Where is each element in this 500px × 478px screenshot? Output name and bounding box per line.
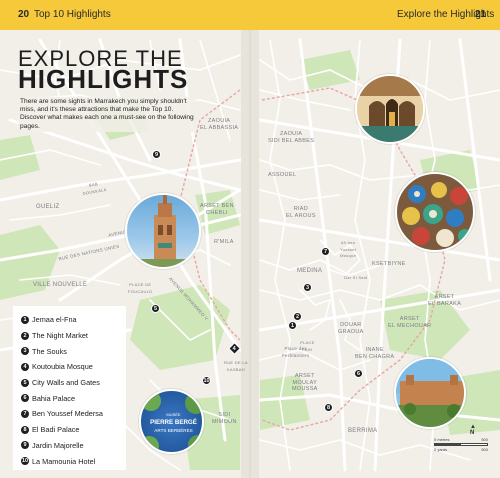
legend-number: 1 (21, 315, 29, 324)
legend-label: La Mamounia Hotel (32, 456, 96, 466)
legend-item[interactable]: 8 El Badi Palace (21, 422, 126, 438)
scale-yards-label: 0 yards (434, 447, 448, 452)
map-marker-9[interactable]: 9 (152, 150, 161, 159)
legend-label: Jemaa el-Fna (32, 315, 77, 325)
legend-label: The Souks (32, 346, 67, 356)
photo-koutoubia (125, 193, 201, 269)
scale-line (434, 443, 488, 446)
map-marker-4-label: 4 (232, 345, 237, 352)
legend-number: 2 (21, 331, 29, 340)
right-page-number: 21 (475, 9, 487, 20)
legend-number: 8 (21, 425, 29, 434)
left-running-title: Top 10 Highlights (34, 9, 111, 20)
legend-item[interactable]: 10 La Mamounia Hotel (21, 453, 126, 469)
label-ksetbiyne: KSETBIYNE (372, 261, 406, 267)
compass-label: N (470, 430, 475, 436)
label-sidi-mimoun: SIDI MIMOUN (212, 412, 237, 425)
legend-item[interactable]: 9 Jardin Majorelle (21, 438, 126, 454)
label-arset-mechouar: ARSET EL MECHOUAR (388, 316, 432, 329)
legend-number: 9 (21, 441, 29, 450)
highlights-legend: 1 Jemaa el-Fna 2 The Night Market 3 The Sou… (13, 306, 126, 470)
map-marker-8[interactable]: 8 (324, 403, 333, 412)
label-place: PLACE FAIH (300, 340, 315, 352)
legend-item[interactable]: 4 Koutoubia Mosque (21, 359, 126, 375)
label-zaouia-abbassia: ZAOUIA EL ABBASSIA (200, 118, 239, 131)
page-header: 20 Top 10 Highlights Explore the Highlig… (0, 0, 500, 30)
legend-item[interactable]: 7 Ben Youssef Medersa (21, 406, 126, 422)
legend-label: City Walls and Gates (32, 378, 100, 388)
legend-number: 7 (21, 409, 29, 418)
legend-label: Koutoubia Mosque (32, 362, 93, 372)
majorelle-text-top: MUSÉE (166, 412, 181, 417)
legend-item[interactable]: 2 The Night Market (21, 328, 126, 344)
photo-badi-palace (394, 357, 466, 429)
label-assouel: ASSOUEL (268, 172, 297, 178)
label-medina: MEDINA (297, 268, 323, 274)
legend-number: 5 (21, 378, 29, 387)
label-mosque: Ali ben Youssef Mosque (340, 240, 357, 258)
legend-label: Ben Youssef Medersa (32, 409, 103, 419)
photo-souks (395, 172, 475, 252)
label-arset-chebli: ARSET BEN CHEBLI (200, 203, 234, 216)
scale-metres-value: 500 (481, 437, 488, 442)
legend-label: Jardin Majorelle (32, 440, 84, 450)
label-douar-graoua: DOUAR GRAOUA (338, 322, 364, 335)
label-gueliz: GUELIZ (36, 204, 60, 210)
label-dar: Dar Si Said (344, 275, 368, 280)
scale-metres-label: 0 metres (434, 437, 450, 442)
legend-label: Bahia Palace (32, 393, 76, 403)
label-rmila: R'MILA (214, 239, 234, 245)
label-ville-nouvelle: VILLE NOUVELLE (33, 282, 88, 288)
photo-medersa (355, 74, 425, 144)
map-marker-3[interactable]: 3 (303, 283, 312, 292)
legend-number: 3 (21, 347, 29, 356)
legend-item[interactable]: 3 The Souks (21, 343, 126, 359)
legend-label: The Night Market (32, 331, 88, 341)
legend-number: 4 (21, 362, 29, 371)
label-zaouia-sidi: ZAOUIA SIDI BEL ABBES (268, 131, 315, 144)
scale-bar: 0 metres 500 0 yards 500 (434, 437, 488, 452)
label-rue: RUE DE LA KASBAH (224, 360, 248, 372)
north-arrow-icon: ▲ N (470, 424, 476, 436)
map-marker-2[interactable]: 2 (293, 312, 302, 321)
legend-number: 6 (21, 394, 29, 403)
intro-paragraph: There are some sights in Marrakech you s… (18, 97, 196, 132)
legend-item[interactable]: 1 Jemaa el-Fna (21, 312, 126, 328)
legend-item[interactable]: 5 City Walls and Gates (21, 375, 126, 391)
label-arset-baraka: ARSET EL BARAKA (428, 294, 462, 307)
scale-yards-value: 500 (481, 447, 488, 452)
label-riad-arous: RIAD EL AROUS (286, 206, 316, 219)
photo-majorelle: MUSÉE PIERRE BERGÉ ARTS BERBÈRES (139, 389, 204, 454)
legend-item[interactable]: 6 Bahia Palace (21, 390, 126, 406)
left-page-number: 20 (18, 9, 30, 20)
map-marker-7[interactable]: 7 (321, 247, 330, 256)
label-place-foucauld: PLACE DE FOUCAULD (128, 282, 153, 294)
label-arset-moulay: ARSET MOULAY MOUSSA (292, 373, 318, 392)
legend-label: El Badi Palace (32, 425, 80, 435)
map-marker-6[interactable]: 6 (354, 369, 363, 378)
label-berrima: BERRIMA (348, 428, 378, 434)
majorelle-text-sub: ARTS BERBÈRES (154, 427, 192, 433)
map-marker-10[interactable]: 10 (202, 376, 211, 385)
legend-number: 10 (21, 457, 29, 466)
map-marker-5[interactable]: 5 (151, 304, 160, 313)
label-inane-chagra: INANE BEN CHAGRA (355, 347, 395, 360)
intro-title-line2: HIGHLIGHTS (18, 64, 189, 94)
map-marker-1[interactable]: 1 (288, 321, 297, 330)
majorelle-text-main: PIERRE BERGÉ (150, 418, 197, 426)
